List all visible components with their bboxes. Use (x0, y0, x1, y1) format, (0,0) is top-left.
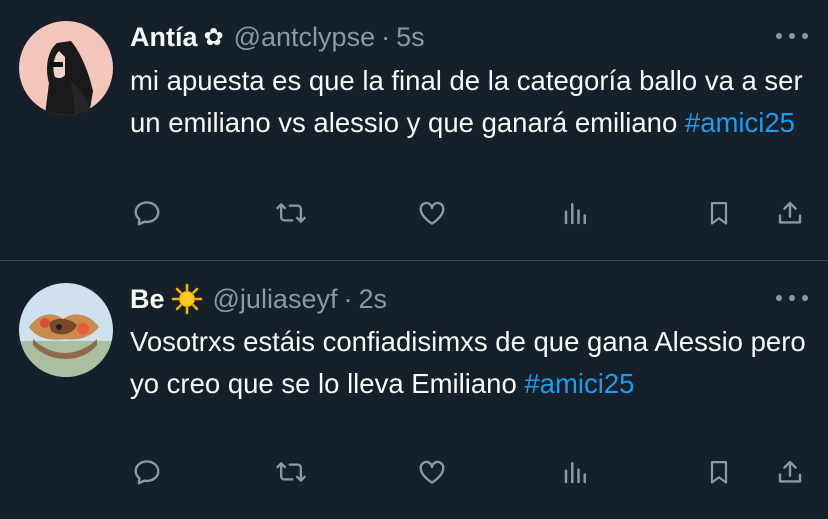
bookmark-icon[interactable] (702, 196, 736, 230)
tweet-body: Vosotrxs estáis confiadisimxs de que gan… (130, 326, 806, 399)
avatar[interactable] (19, 283, 113, 377)
avatar[interactable] (19, 21, 113, 115)
timestamp[interactable]: 2s (358, 284, 387, 315)
tweet-text: Vosotrxs estáis confiadisimxs de que gan… (130, 321, 810, 404)
tweet[interactable]: Be @juliaseyf · 2s Vosotrxs estáis confi… (0, 261, 828, 519)
action-bar (0, 455, 828, 495)
retweet-icon[interactable] (274, 455, 308, 489)
bookmark-icon[interactable] (702, 455, 736, 489)
separator-dot: · (381, 21, 391, 52)
share-icon[interactable] (773, 196, 807, 230)
views-icon[interactable] (559, 196, 593, 230)
share-icon[interactable] (773, 455, 807, 489)
action-bar (0, 196, 828, 236)
reply-icon[interactable] (130, 455, 164, 489)
like-icon[interactable] (415, 455, 449, 489)
tweet[interactable]: Antía ✿ @antclypse · 5s mi apuesta es qu… (0, 0, 828, 260)
tweet-header: Antía ✿ @antclypse · 5s (130, 17, 425, 57)
tweet-header: Be @juliaseyf · 2s (130, 279, 387, 319)
flower-symbol: ✿ (203, 23, 224, 51)
user-handle[interactable]: @juliaseyf (213, 284, 338, 315)
hashtag-link[interactable]: #amici25 (685, 107, 795, 138)
user-handle[interactable]: @antclypse (234, 22, 375, 53)
tweet-text: mi apuesta es que la final de la categor… (130, 60, 810, 143)
display-name[interactable]: Antía (130, 22, 198, 53)
display-name[interactable]: Be (130, 284, 165, 315)
views-icon[interactable] (559, 455, 593, 489)
reply-icon[interactable] (130, 196, 164, 230)
sun-emoji-icon (171, 283, 203, 315)
more-icon[interactable] (776, 26, 808, 46)
timestamp[interactable]: 5s (396, 22, 425, 53)
hashtag-link[interactable]: #amici25 (524, 368, 634, 399)
timeline-feed: Antía ✿ @antclypse · 5s mi apuesta es qu… (0, 0, 828, 519)
separator-dot: · (343, 283, 353, 314)
more-icon[interactable] (776, 288, 808, 308)
like-icon[interactable] (415, 196, 449, 230)
retweet-icon[interactable] (274, 196, 308, 230)
